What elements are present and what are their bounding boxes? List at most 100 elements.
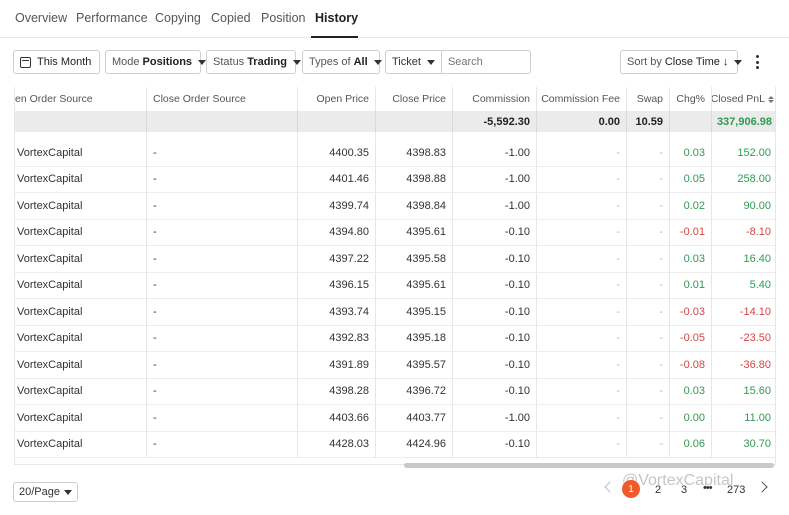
sort-value: Close Time ↓ — [664, 56, 729, 68]
close-price-cell: 4424.96 — [376, 431, 453, 457]
chevron-down-icon — [373, 59, 382, 65]
mode-value: Positions — [142, 56, 193, 68]
swap-cell: - — [627, 299, 670, 325]
table-row[interactable]: VortexCapital -4400.35 4398.83 -1.00- -0.03 1… — [15, 140, 775, 167]
chg-cell: 0.03 — [670, 246, 712, 272]
mode-label: Mode — [112, 56, 140, 68]
table-row[interactable]: VortexCapital -4393.74 4395.15 -0.10- - -0.03… — [15, 299, 775, 326]
table-row[interactable]: VortexCapital -4403.66 4403.77 -1.00- -0.00 1… — [15, 405, 775, 432]
more-options-icon[interactable] — [751, 52, 763, 72]
page-1[interactable]: 1 — [622, 480, 640, 498]
next-page-icon[interactable] — [756, 481, 768, 493]
pagination: 1 2 3 ••• 273 — [598, 480, 778, 504]
tab-performance[interactable]: Performance — [76, 11, 148, 25]
col-header-chg[interactable]: Chg% — [670, 87, 712, 111]
open-order-source-cell: VortexCapital — [15, 272, 147, 298]
table-row[interactable]: VortexCapital -4392.83 4395.18 -0.10- - -0.05… — [15, 325, 775, 352]
closed-pnl-cell: 5.40 — [749, 279, 771, 292]
open-price-cell: 4393.74 — [298, 299, 376, 325]
open-order-source-cell: VortexCapital — [15, 405, 147, 431]
closed-pnl-cell: 16.40 — [743, 252, 771, 265]
status-label: Status — [213, 56, 245, 68]
open-price-cell: 4394.80 — [298, 219, 376, 245]
commission-cell: -0.10 — [453, 299, 537, 325]
chevron-down-icon — [734, 59, 743, 65]
table-row[interactable]: VortexCapital -4428.03 4424.96 -0.10- -0.06 3… — [15, 431, 775, 458]
summary-row: -5,592.30 0.00 10.59 337,906.98 — [15, 111, 775, 132]
page-size-select[interactable]: 20/Page — [13, 482, 78, 502]
commission-fee-cell: - — [537, 140, 627, 166]
date-range-label: This Month — [37, 56, 92, 68]
chg-cell: -0.08 — [670, 352, 712, 378]
col-header-close-order-source[interactable]: Close Order Source — [147, 87, 298, 111]
table-row[interactable]: VortexCapital -4397.22 4395.58 -0.10- -0.03 1… — [15, 246, 775, 273]
open-order-source-cell: VortexCapital — [15, 325, 147, 351]
swap-cell: - — [627, 431, 670, 457]
open-order-source-cell: VortexCapital — [15, 166, 147, 192]
open-order-source-cell: VortexCapital — [15, 219, 147, 245]
sort-arrows-icon[interactable] — [768, 95, 774, 103]
page-3[interactable]: 3 — [681, 484, 687, 496]
ticket-label: Ticket — [392, 56, 421, 68]
page-2[interactable]: 2 — [655, 484, 661, 496]
col-header-open-order-source[interactable]: en Order Source — [15, 87, 147, 111]
closed-pnl-cell: -14.10 — [739, 305, 771, 318]
close-order-source-cell: - — [147, 219, 298, 245]
chg-cell: 0.00 — [670, 405, 712, 431]
page-last[interactable]: 273 — [727, 484, 745, 496]
table-row[interactable]: VortexCapital -4391.89 4395.57 -0.10- - -0.08… — [15, 352, 775, 379]
open-price-cell: 4392.83 — [298, 325, 376, 351]
swap-cell: - — [627, 246, 670, 272]
tab-position[interactable]: Position — [261, 11, 305, 25]
table-row[interactable]: VortexCapital -4394.80 4395.61 -0.10- - -0.01… — [15, 219, 775, 246]
table-row[interactable]: VortexCapital -4401.46 4398.88 -1.00- -0.05 2… — [15, 166, 775, 193]
swap-cell: - — [627, 405, 670, 431]
close-price-cell: 4395.58 — [376, 246, 453, 272]
tab-bar: Overview Performance Copying Copied Posi… — [0, 0, 789, 38]
chg-cell: 0.03 — [670, 140, 712, 166]
open-order-source-cell: VortexCapital — [15, 378, 147, 404]
sort-select[interactable]: Sort by Close Time ↓ — [620, 50, 743, 74]
types-label: Types of — [309, 56, 351, 68]
commission-cell: -0.10 — [453, 272, 537, 298]
table-row[interactable]: VortexCapital -4398.28 4396.72 -0.10- -0.03 1… — [15, 378, 775, 405]
table-row[interactable]: VortexCapital -4399.74 4398.84 -1.00- -0.02 9… — [15, 193, 775, 220]
closed-pnl-cell: 30.70 — [743, 438, 771, 451]
close-price-cell: 4396.72 — [376, 378, 453, 404]
sort-label: Sort by — [627, 56, 662, 68]
types-select[interactable]: Types of All — [302, 50, 382, 74]
col-header-commission-fee[interactable]: Commission Fee — [537, 87, 627, 111]
prev-page-icon[interactable] — [604, 481, 616, 493]
commission-cell: -0.10 — [453, 246, 537, 272]
search-input[interactable] — [447, 56, 530, 68]
commission-cell: -0.10 — [453, 352, 537, 378]
horizontal-scrollbar[interactable] — [404, 463, 774, 468]
swap-cell: - — [627, 166, 670, 192]
open-price-cell: 4428.03 — [298, 431, 376, 457]
tab-overview[interactable]: Overview — [15, 11, 67, 25]
ellipsis[interactable]: ••• — [703, 482, 713, 494]
status-select[interactable]: Status Trading — [206, 50, 301, 74]
mode-select[interactable]: Mode Positions — [105, 50, 207, 74]
open-price-cell: 4396.15 — [298, 272, 376, 298]
close-order-source-cell: - — [147, 378, 298, 404]
close-order-source-cell: - — [147, 166, 298, 192]
ticket-select[interactable]: Ticket — [386, 51, 442, 73]
commission-fee-cell: - — [537, 299, 627, 325]
chg-cell: -0.05 — [670, 325, 712, 351]
page-size-value: 20/Page — [19, 486, 60, 498]
commission-fee-cell: - — [537, 246, 627, 272]
table-row[interactable]: VortexCapital -4396.15 4395.61 -0.10- -0.01 5… — [15, 272, 775, 299]
tab-copying[interactable]: Copying — [155, 11, 201, 25]
col-header-swap[interactable]: Swap — [627, 87, 670, 111]
col-header-commission[interactable]: Commission — [453, 87, 537, 111]
chg-cell: 0.05 — [670, 166, 712, 192]
closed-pnl-cell: 152.00 — [737, 146, 771, 159]
tab-copied[interactable]: Copied — [211, 11, 251, 25]
closed-pnl-cell: 15.60 — [743, 385, 771, 398]
tab-history[interactable]: History — [315, 11, 358, 25]
date-range-button[interactable]: This Month — [13, 50, 100, 74]
col-header-open-price[interactable]: Open Price — [298, 87, 376, 111]
col-header-closed-pnl[interactable]: Closed PnL — [712, 87, 775, 111]
col-header-close-price[interactable]: Close Price — [376, 87, 453, 111]
